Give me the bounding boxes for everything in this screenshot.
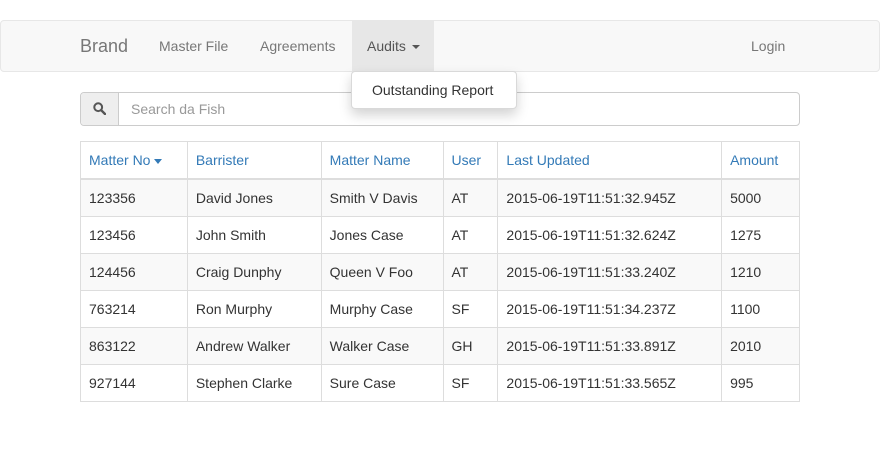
cell-matter-no: 123456 xyxy=(80,216,188,254)
table-row: 124456 Craig Dunphy Queen V Foo AT 2015-… xyxy=(80,253,800,291)
search-icon xyxy=(93,102,106,115)
cell-amount: 2010 xyxy=(721,327,800,365)
search-addon xyxy=(81,93,119,125)
cell-matter-name: Smith V Davis xyxy=(320,178,444,217)
cell-last-updated: 2015-06-19T11:51:32.624Z xyxy=(497,216,723,254)
matters-table: Matter No Barrister Matter Name User Las… xyxy=(80,141,800,402)
header-matter-name[interactable]: Matter Name xyxy=(320,141,444,180)
cell-user: SF xyxy=(442,290,499,328)
cell-barrister: John Smith xyxy=(186,216,322,254)
cell-barrister: Craig Dunphy xyxy=(186,253,322,291)
cell-amount: 1100 xyxy=(721,290,800,328)
dropdown-item-outstanding-report[interactable]: Outstanding Report xyxy=(372,72,493,108)
cell-matter-no: 863122 xyxy=(80,327,188,365)
header-last-updated[interactable]: Last Updated xyxy=(497,141,723,180)
header-label: Matter No xyxy=(89,152,151,168)
cell-matter-name: Jones Case xyxy=(320,216,444,254)
nav-audits-label: Audits xyxy=(367,38,406,54)
cell-last-updated: 2015-06-19T11:51:33.891Z xyxy=(497,327,723,365)
header-amount[interactable]: Amount xyxy=(721,141,800,180)
table-row: 927144 Stephen Clarke Sure Case SF 2015-… xyxy=(80,364,800,402)
nav-agreements[interactable]: Agreements xyxy=(260,21,335,71)
table-header-row: Matter No Barrister Matter Name User Las… xyxy=(80,141,800,180)
brand-link[interactable]: Brand xyxy=(80,21,128,71)
cell-user: SF xyxy=(442,364,499,402)
cell-amount: 1210 xyxy=(721,253,800,291)
table-row: 863122 Andrew Walker Walker Case GH 2015… xyxy=(80,327,800,365)
navbar: Brand Master File Agreements Audits Logi… xyxy=(0,20,880,72)
cell-last-updated: 2015-06-19T11:51:33.565Z xyxy=(497,364,723,402)
table-row: 123356 David Jones Smith V Davis AT 2015… xyxy=(80,178,800,217)
cell-last-updated: 2015-06-19T11:51:34.237Z xyxy=(497,290,723,328)
cell-barrister: Stephen Clarke xyxy=(186,364,322,402)
cell-matter-name: Murphy Case xyxy=(320,290,444,328)
table-row: 763214 Ron Murphy Murphy Case SF 2015-06… xyxy=(80,290,800,328)
nav-master-file[interactable]: Master File xyxy=(159,21,228,71)
cell-amount: 995 xyxy=(721,364,800,402)
cell-user: AT xyxy=(442,253,499,291)
header-user[interactable]: User xyxy=(442,141,499,180)
cell-barrister: Ron Murphy xyxy=(186,290,322,328)
cell-matter-name: Sure Case xyxy=(320,364,444,402)
cell-matter-no: 123356 xyxy=(80,178,188,217)
cell-amount: 5000 xyxy=(721,178,800,217)
audits-dropdown-menu: Outstanding Report xyxy=(351,71,517,109)
header-matter-no[interactable]: Matter No xyxy=(80,141,188,180)
nav-audits-dropdown-toggle[interactable]: Audits xyxy=(352,21,434,71)
table-row: 123456 John Smith Jones Case AT 2015-06-… xyxy=(80,216,800,254)
cell-matter-no: 927144 xyxy=(80,364,188,402)
cell-user: AT xyxy=(442,178,499,217)
cell-last-updated: 2015-06-19T11:51:33.240Z xyxy=(497,253,723,291)
cell-matter-name: Walker Case xyxy=(320,327,444,365)
cell-barrister: Andrew Walker xyxy=(186,327,322,365)
header-barrister[interactable]: Barrister xyxy=(186,141,322,180)
nav-login[interactable]: Login xyxy=(751,21,785,71)
cell-user: GH xyxy=(442,327,499,365)
cell-matter-name: Queen V Foo xyxy=(320,253,444,291)
cell-matter-no: 124456 xyxy=(80,253,188,291)
cell-matter-no: 763214 xyxy=(80,290,188,328)
cell-barrister: David Jones xyxy=(186,178,322,217)
cell-amount: 1275 xyxy=(721,216,800,254)
cell-user: AT xyxy=(442,216,499,254)
caret-down-icon xyxy=(412,45,420,49)
cell-last-updated: 2015-06-19T11:51:32.945Z xyxy=(497,178,723,217)
sort-caret-down-icon xyxy=(154,158,163,164)
